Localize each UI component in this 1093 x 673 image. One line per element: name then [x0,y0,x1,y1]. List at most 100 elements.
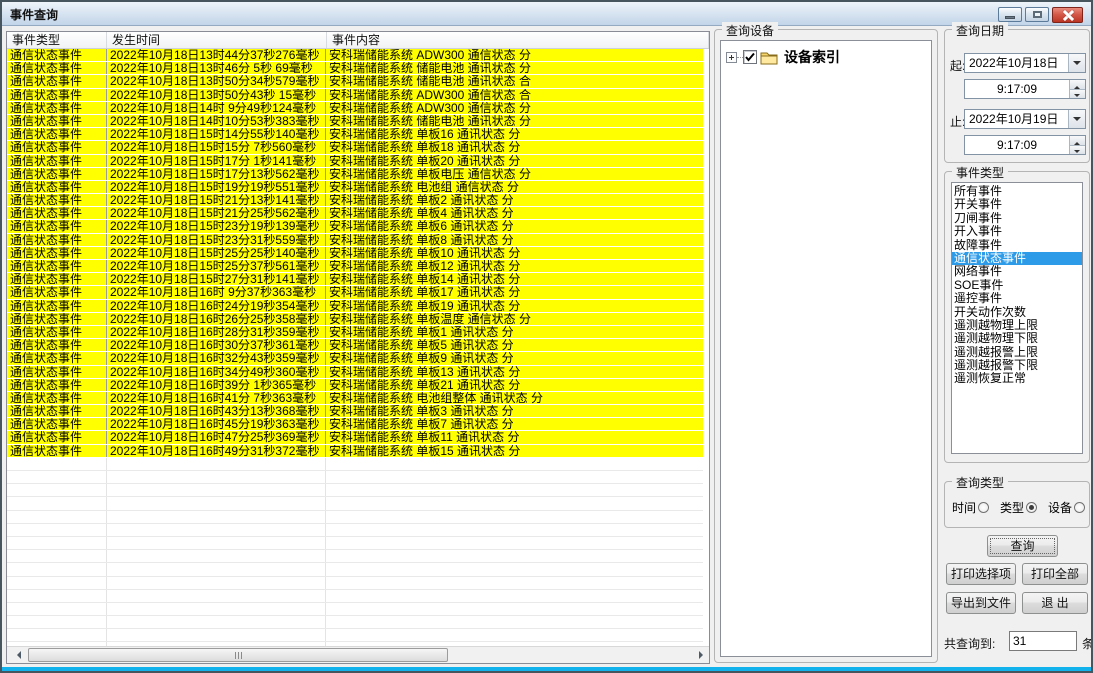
event-time-cell: 2022年10月18日15时23分31秒559毫秒 [107,234,326,246]
spin-up-icon[interactable] [1070,136,1085,146]
event-type-option[interactable]: 刀闸事件 [952,212,1082,225]
table-row[interactable]: 通信状态事件2022年10月18日15时23分31秒559毫秒安科瑞储能系统 单… [7,234,703,247]
print-selected-button[interactable]: 打印选择项 [946,563,1016,585]
table-row[interactable]: 通信状态事件2022年10月18日16时 9分37秒363毫秒安科瑞储能系统 单… [7,286,703,299]
table-row[interactable]: 通信状态事件2022年10月18日15时21分13秒141毫秒安科瑞储能系统 单… [7,194,703,207]
table-row[interactable]: 通信状态事件2022年10月18日16时24分19秒354毫秒安科瑞储能系统 单… [7,300,703,313]
event-table: 事件类型 发生时间 事件内容 通信状态事件2022年10月18日13时44分37… [6,31,710,664]
event-type-option[interactable]: SOE事件 [952,279,1082,292]
print-all-button[interactable]: 打印全部 [1022,563,1088,585]
event-type-option[interactable]: 所有事件 [952,185,1082,198]
event-type-option[interactable]: 开关事件 [952,198,1082,211]
event-type-cell: 通信状态事件 [7,300,107,312]
table-row[interactable]: 通信状态事件2022年10月18日16时43分13秒368毫秒安科瑞储能系统 单… [7,405,703,418]
table-row[interactable]: 通信状态事件2022年10月18日16时26分25秒358毫秒安科瑞储能系统 单… [7,313,703,326]
result-count-field[interactable]: 31 [1009,631,1077,651]
event-type-option[interactable]: 开入事件 [952,225,1082,238]
chevron-down-icon[interactable] [1068,110,1085,128]
from-date-combo[interactable]: 2022年10月18日 [964,53,1086,73]
table-row[interactable]: 通信状态事件2022年10月18日13时50分43秒 15毫秒安科瑞储能系统 A… [7,89,703,102]
event-content-cell: 安科瑞储能系统 单板21 通讯状态 分 [326,379,703,391]
device-tree[interactable]: 设备索引 [720,40,932,657]
table-row[interactable]: 通信状态事件2022年10月18日14时10分53秒383毫秒安科瑞储能系统 储… [7,115,703,128]
event-type-option[interactable]: 遥测越物理上限 [952,319,1082,332]
event-type-cell: 通信状态事件 [7,418,107,430]
table-row[interactable]: 通信状态事件2022年10月18日16时30分37秒361毫秒安科瑞储能系统 单… [7,339,703,352]
event-type-option[interactable]: 开关动作次数 [952,306,1082,319]
table-row[interactable]: 通信状态事件2022年10月18日16时49分31秒372毫秒安科瑞储能系统 单… [7,445,703,458]
table-row[interactable]: 通信状态事件2022年10月18日16时41分 7秒363毫秒安科瑞储能系统 电… [7,392,703,405]
spin-down-icon[interactable] [1070,90,1085,99]
titlebar[interactable]: 事件查询 [2,2,1091,26]
event-type-option[interactable]: 遥测恢复正常 [952,372,1082,385]
column-header-time[interactable]: 发生时间 [107,32,327,48]
scroll-left-icon[interactable] [7,647,24,663]
export-button[interactable]: 导出到文件 [946,592,1016,614]
table-row[interactable]: 通信状态事件2022年10月18日16时45分19秒363毫秒安科瑞储能系统 单… [7,418,703,431]
chevron-down-icon[interactable] [1068,54,1085,72]
scroll-right-icon[interactable] [692,647,709,663]
column-header-content[interactable]: 事件内容 [327,32,709,48]
device-checkbox[interactable] [743,50,757,64]
table-row[interactable]: 通信状态事件2022年10月18日15时17分 1秒141毫秒安科瑞储能系统 单… [7,155,703,168]
tree-root-row[interactable]: 设备索引 [726,48,931,66]
column-header-type[interactable]: 事件类型 [7,32,107,48]
table-row[interactable]: 通信状态事件2022年10月18日13时50分34秒579毫秒安科瑞储能系统 储… [7,75,703,88]
close-button[interactable] [1052,7,1083,23]
expand-icon[interactable] [726,52,737,63]
table-row[interactable]: 通信状态事件2022年10月18日15时15分 7秒560毫秒安科瑞储能系统 单… [7,141,703,154]
event-time-cell: 2022年10月18日16时39分 1秒365毫秒 [107,379,326,391]
to-date-combo[interactable]: 2022年10月19日 [964,109,1086,129]
table-row[interactable]: 通信状态事件2022年10月18日16时28分31秒359毫秒安科瑞储能系统 单… [7,326,703,339]
spinner-icons[interactable] [1069,80,1085,98]
table-row[interactable]: 通信状态事件2022年10月18日15时17分13秒562毫秒安科瑞储能系统 单… [7,168,703,181]
table-row[interactable]: 通信状态事件2022年10月18日15时25分25秒140毫秒安科瑞储能系统 单… [7,247,703,260]
table-row[interactable]: 通信状态事件2022年10月18日16时47分25秒369毫秒安科瑞储能系统 单… [7,431,703,444]
event-type-option[interactable]: 遥测越报警下限 [952,359,1082,372]
table-row[interactable]: 通信状态事件2022年10月18日16时34分49秒360毫秒安科瑞储能系统 单… [7,366,703,379]
table-row-empty [7,603,703,616]
restore-button[interactable] [1025,7,1049,22]
query-type-radio[interactable]: 设备 [1048,499,1085,516]
table-row[interactable]: 通信状态事件2022年10月18日14时 9分49秒124毫秒安科瑞储能系统 A… [7,102,703,115]
table-row[interactable]: 通信状态事件2022年10月18日13时44分37秒276毫秒安科瑞储能系统 A… [7,49,703,62]
tree-root-label[interactable]: 设备索引 [784,47,840,67]
event-time-cell: 2022年10月18日15时21分13秒141毫秒 [107,194,326,206]
exit-button[interactable]: 退 出 [1022,592,1088,614]
spin-up-icon[interactable] [1070,80,1085,90]
scrollbar-thumb[interactable] [28,648,448,662]
event-content-cell: 安科瑞储能系统 ADW300 通信状态 分 [326,102,703,114]
table-row[interactable]: 通信状态事件2022年10月18日15时23分19秒139毫秒安科瑞储能系统 单… [7,220,703,233]
horizontal-scrollbar[interactable] [7,646,709,663]
event-content-cell: 安科瑞储能系统 ADW300 通信状态 合 [326,89,703,101]
table-row[interactable]: 通信状态事件2022年10月18日16时32分43秒359毫秒安科瑞储能系统 单… [7,352,703,365]
minimize-button[interactable] [998,7,1022,22]
query-button[interactable]: 查询 [987,535,1058,557]
event-type-option[interactable]: 故障事件 [952,239,1082,252]
event-type-cell: 通信状态事件 [7,326,107,338]
to-time-spinner[interactable]: 9:17:09 [964,135,1086,155]
event-type-cell: 通信状态事件 [7,313,107,325]
from-time-spinner[interactable]: 9:17:09 [964,79,1086,99]
table-row[interactable]: 通信状态事件2022年10月18日15时14分55秒140毫秒安科瑞储能系统 单… [7,128,703,141]
event-type-option[interactable]: 网络事件 [952,265,1082,278]
spin-down-icon[interactable] [1070,146,1085,155]
table-row[interactable]: 通信状态事件2022年10月18日15时19分19秒551毫秒安科瑞储能系统 电… [7,181,703,194]
event-type-option[interactable]: 通信状态事件 [952,252,1082,265]
table-row[interactable]: 通信状态事件2022年10月18日15时21分25秒562毫秒安科瑞储能系统 单… [7,207,703,220]
event-type-cell: 通信状态事件 [7,260,107,272]
device-panel: 查询设备 设备索引 [714,29,938,663]
query-type-radio[interactable]: 类型 [1000,499,1037,516]
spinner-icons[interactable] [1069,136,1085,154]
query-type-radio[interactable]: 时间 [952,499,989,516]
table-row[interactable]: 通信状态事件2022年10月18日13时46分 5秒 69毫秒安科瑞储能系统 储… [7,62,703,75]
event-type-option[interactable]: 遥控事件 [952,292,1082,305]
table-row[interactable]: 通信状态事件2022年10月18日16时39分 1秒365毫秒安科瑞储能系统 单… [7,379,703,392]
event-content-cell: 安科瑞储能系统 单板9 通讯状态 分 [326,352,703,364]
event-type-option[interactable]: 遥测越物理下限 [952,332,1082,345]
event-type-option[interactable]: 遥测越报警上限 [952,346,1082,359]
table-row[interactable]: 通信状态事件2022年10月18日15时27分31秒141毫秒安科瑞储能系统 单… [7,273,703,286]
table-row[interactable]: 通信状态事件2022年10月18日15时25分37秒561毫秒安科瑞储能系统 单… [7,260,703,273]
event-type-listbox[interactable]: 所有事件开关事件刀闸事件开入事件故障事件通信状态事件网络事件SOE事件遥控事件开… [951,182,1083,454]
window-bottom-border [2,667,1091,671]
